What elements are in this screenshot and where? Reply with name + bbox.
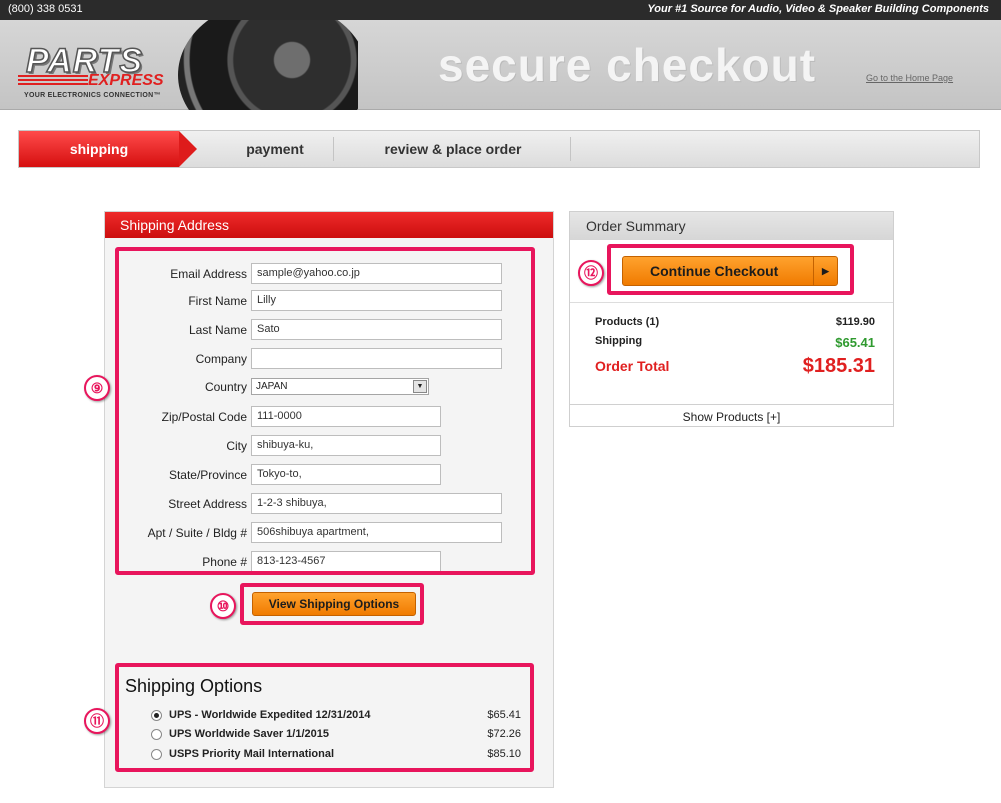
highlight-box-shipping-options xyxy=(115,663,534,772)
top-bar: (800) 338 0531 Your #1 Source for Audio,… xyxy=(0,0,1001,20)
step-badge-10: ⑩ xyxy=(210,593,236,619)
checkout-steps: shipping payment review & place order xyxy=(18,130,980,168)
step-separator xyxy=(333,137,334,161)
parts-express-logo[interactable]: PARTS EXPRESS YOUR ELECTRONICS CONNECTIO… xyxy=(18,41,168,100)
logo-word-express: EXPRESS xyxy=(88,72,164,89)
step-badge-9: ⑨ xyxy=(84,375,110,401)
logo-subtitle: YOUR ELECTRONICS CONNECTION™ xyxy=(24,92,161,99)
step-badge-12: ⑫ xyxy=(578,260,604,286)
divider xyxy=(570,302,893,303)
shipping-address-title: Shipping Address xyxy=(105,212,553,238)
home-page-link[interactable]: Go to the Home Page xyxy=(866,73,953,83)
step-badge-11: ⑪ xyxy=(84,708,110,734)
products-label: Products (1) xyxy=(595,316,660,328)
step-review[interactable]: review & place order xyxy=(335,131,571,167)
step-separator xyxy=(570,137,571,161)
shipping-label: Shipping xyxy=(595,335,643,347)
speaker-image xyxy=(178,20,358,110)
order-total-line: Order Total $185.31 xyxy=(595,355,875,377)
highlight-box-continue xyxy=(607,244,854,295)
shipping-line: Shipping $65.41 xyxy=(595,335,875,350)
page-title: secure checkout xyxy=(438,39,817,91)
order-summary-title: Order Summary xyxy=(570,212,893,240)
highlight-box-view-options xyxy=(240,583,424,625)
phone-number: (800) 338 0531 xyxy=(8,3,83,15)
step-shipping[interactable]: shipping xyxy=(19,131,197,167)
products-value: $119.90 xyxy=(835,316,875,328)
show-products-toggle[interactable]: Show Products [+] xyxy=(570,404,893,426)
products-line: Products (1) $119.90 xyxy=(595,316,875,328)
order-total-label: Order Total xyxy=(595,358,670,374)
shipping-value: $65.41 xyxy=(835,335,875,350)
highlight-box-address xyxy=(115,247,535,575)
header-banner: PARTS EXPRESS YOUR ELECTRONICS CONNECTIO… xyxy=(0,20,1001,110)
order-total-value: $185.31 xyxy=(802,355,875,377)
tagline: Your #1 Source for Audio, Video & Speake… xyxy=(647,3,989,15)
speaker-cone xyxy=(178,20,358,110)
step-payment[interactable]: payment xyxy=(195,131,355,167)
